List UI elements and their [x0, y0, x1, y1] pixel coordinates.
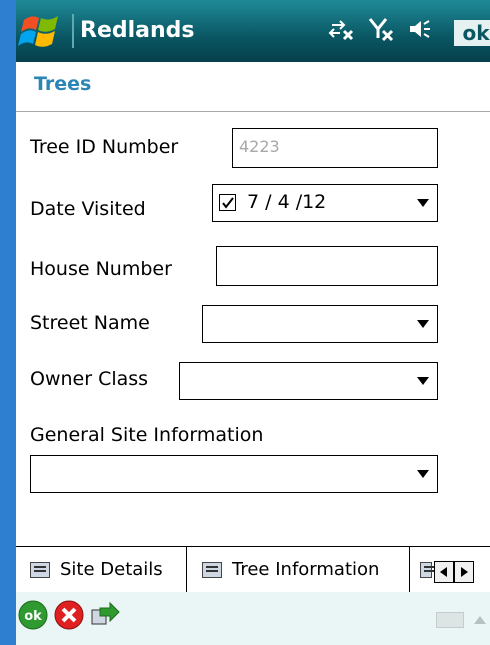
- date-visited-value: 7 / 4 /12: [247, 191, 327, 213]
- tab-bar: Site Details Tree Information: [16, 546, 490, 593]
- date-visited-checkbox[interactable]: [219, 194, 236, 211]
- heading-divider: [16, 111, 490, 112]
- title-bar: Redlands ok: [16, 0, 490, 62]
- tab-scroll-left-button[interactable]: [434, 561, 454, 583]
- tree-id-field[interactable]: 4223: [232, 128, 438, 168]
- keyboard-icon[interactable]: [436, 612, 464, 628]
- arrow-left-icon: [440, 567, 447, 577]
- status-icons: [328, 14, 432, 48]
- forward-arrow-icon[interactable]: [90, 600, 120, 630]
- device-screen: Redlands ok Trees Tree ID Number 4223 Da…: [16, 0, 490, 645]
- house-number-field[interactable]: [216, 246, 438, 286]
- svg-text:ok: ok: [24, 609, 42, 624]
- page-title: Trees: [34, 73, 92, 95]
- owner-class-label: Owner Class: [30, 368, 149, 390]
- owner-class-dropdown[interactable]: [179, 362, 438, 400]
- tab-site-details-label: Site Details: [60, 559, 163, 580]
- chevron-down-icon: [417, 320, 429, 328]
- ok-circle-icon[interactable]: ok: [18, 600, 48, 630]
- chevron-down-icon: [417, 377, 429, 385]
- street-name-dropdown[interactable]: [202, 305, 438, 343]
- speaker-icon[interactable]: [408, 18, 432, 45]
- form-icon: [420, 561, 436, 578]
- sync-arrows-icon[interactable]: [328, 17, 354, 46]
- date-visited-picker[interactable]: 7 / 4 /12: [212, 184, 438, 222]
- tab-scroll-right-button[interactable]: [454, 561, 474, 583]
- titlebar-ok-button[interactable]: ok: [454, 20, 490, 46]
- bottom-toolbar: ok: [16, 592, 490, 645]
- cancel-circle-icon[interactable]: [54, 600, 84, 630]
- title-separator: [72, 14, 74, 48]
- date-visited-label: Date Visited: [30, 198, 146, 220]
- form-icon: [202, 561, 222, 578]
- tree-id-label: Tree ID Number: [30, 136, 179, 158]
- windows-flag-icon[interactable]: [18, 10, 64, 52]
- form-icon: [30, 561, 50, 578]
- page-heading-bar: Trees: [16, 62, 490, 108]
- chevron-up-icon[interactable]: [474, 616, 486, 624]
- house-number-label: House Number: [30, 258, 172, 280]
- arrow-right-icon: [461, 567, 468, 577]
- tab-tree-information[interactable]: Tree Information: [202, 547, 379, 592]
- general-site-info-label: General Site Information: [30, 424, 264, 446]
- tab-divider: [186, 547, 187, 593]
- chevron-down-icon: [417, 470, 429, 478]
- app-title: Redlands: [80, 18, 195, 43]
- street-name-label: Street Name: [30, 312, 150, 334]
- chevron-down-icon: [417, 199, 429, 207]
- tab-divider: [409, 547, 410, 593]
- signal-off-icon[interactable]: [368, 16, 394, 47]
- general-site-info-dropdown[interactable]: [30, 455, 438, 493]
- tab-site-details[interactable]: Site Details: [30, 547, 163, 592]
- tab-tree-information-label: Tree Information: [232, 559, 380, 580]
